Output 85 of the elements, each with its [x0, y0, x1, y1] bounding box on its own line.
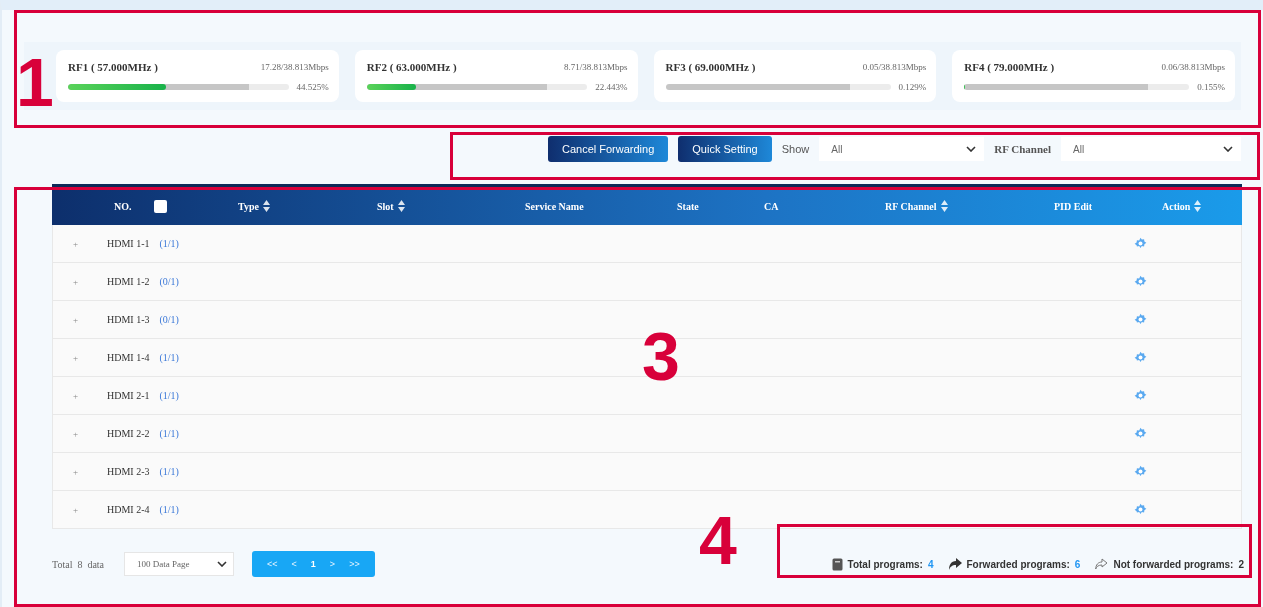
program-count: (1/1) [159, 428, 179, 439]
settings-icon[interactable] [1134, 427, 1147, 440]
sort-icon[interactable] [397, 200, 405, 212]
row-name: HDMI 1-4 [107, 352, 150, 363]
expand-toggle[interactable]: + [73, 466, 85, 477]
column-header: NO. [114, 200, 132, 212]
row-name: HDMI 1-3 [107, 314, 150, 325]
column-header: Type [238, 200, 259, 212]
settings-icon[interactable] [1134, 313, 1147, 326]
settings-icon[interactable] [1134, 465, 1147, 478]
rf-name: RF2 ( 63.000MHz ) [366, 61, 457, 73]
stat-value: 2 [1238, 558, 1244, 570]
share-arrow-icon [948, 558, 962, 570]
cancel-forwarding-button[interactable]: Cancel Forwarding [547, 136, 669, 162]
program-count: (1/1) [159, 466, 179, 477]
row-name: HDMI 1-2 [107, 276, 150, 287]
annotation-number: 3 [642, 322, 680, 390]
page-size-select[interactable]: 100 Data Page [124, 552, 235, 576]
row-name: HDMI 2-1 [107, 390, 150, 401]
row-name: HDMI 2-2 [107, 428, 150, 439]
rf-rate: 0.05/38.813Mbps [862, 62, 927, 72]
program-count: (1/1) [159, 390, 179, 401]
page-button[interactable]: < [284, 559, 304, 569]
rf-percent: 0.155% [1197, 82, 1225, 92]
total-count: Total 8 data [52, 558, 105, 570]
settings-icon[interactable] [1134, 389, 1147, 402]
rf-rate: 8.71/38.813Mbps [564, 62, 628, 72]
rf-name: RF1 ( 57.000MHz ) [68, 61, 158, 73]
rf-percent: 44.525% [296, 82, 329, 92]
rf-name: RF4 ( 79.000MHz ) [964, 61, 1055, 73]
show-label: Show [781, 143, 810, 155]
settings-icon[interactable] [1134, 237, 1147, 250]
row-name: HDMI 2-3 [107, 466, 150, 477]
program-count: (1/1) [159, 504, 179, 515]
annotation-number: 1 [16, 48, 54, 116]
row-name: HDMI 1-1 [107, 238, 150, 249]
program-count: (1/1) [159, 238, 179, 249]
program-count: (0/1) [159, 314, 179, 325]
program-count: (0/1) [159, 276, 179, 287]
page-button[interactable]: << [260, 559, 285, 569]
expand-toggle[interactable]: + [73, 390, 85, 401]
rf-rate: 17.28/38.813Mbps [260, 62, 329, 72]
chevron-down-icon [966, 146, 977, 152]
page-button[interactable]: > [322, 559, 343, 569]
settings-icon[interactable] [1134, 275, 1147, 288]
expand-toggle[interactable]: + [73, 504, 85, 515]
show-select[interactable]: All [819, 137, 985, 161]
share-arrow-outline-icon [1095, 558, 1109, 570]
expand-toggle[interactable]: + [73, 314, 85, 325]
stat-value: 6 [1074, 558, 1081, 570]
expand-toggle[interactable]: + [73, 238, 85, 249]
sort-icon[interactable] [940, 200, 948, 212]
stat-label: Not forwarded programs: [1113, 558, 1234, 570]
chevron-down-icon [1223, 146, 1233, 152]
column-header: Service Name [525, 200, 584, 212]
column-header: RF Channel [885, 200, 937, 212]
column-header: CA [764, 200, 779, 212]
document-icon [831, 557, 843, 571]
settings-icon[interactable] [1134, 503, 1147, 516]
column-header: Slot [377, 200, 394, 212]
rf-channel-label: RF Channel [994, 143, 1051, 155]
stat-label: Total programs: [847, 558, 923, 570]
expand-toggle[interactable]: + [73, 428, 85, 439]
rf-percent: 22.443% [595, 82, 628, 92]
page-button[interactable]: 1 [303, 559, 323, 569]
stat-label: Forwarded programs: [966, 558, 1070, 570]
rf-rate: 0.06/38.813Mbps [1161, 62, 1225, 72]
rf-name: RF3 ( 69.000MHz ) [665, 61, 756, 73]
chevron-down-icon [217, 561, 228, 567]
program-count: (1/1) [159, 352, 179, 363]
select-all-checkbox[interactable] [153, 199, 167, 213]
page-button[interactable]: >> [342, 559, 367, 569]
quick-setting-button[interactable]: Quick Setting [678, 136, 772, 162]
settings-icon[interactable] [1134, 351, 1147, 364]
expand-toggle[interactable]: + [73, 352, 85, 363]
column-header: Action [1162, 200, 1191, 212]
row-name: HDMI 2-4 [107, 504, 150, 515]
column-header: PID Edit [1054, 200, 1093, 212]
rf-channel-select[interactable]: All [1061, 137, 1241, 161]
annotation-number: 4 [699, 506, 737, 574]
stat-value: 4 [927, 558, 934, 570]
rf-percent: 0.129% [898, 82, 927, 92]
column-header: State [677, 200, 699, 212]
sort-icon[interactable] [262, 200, 270, 212]
expand-toggle[interactable]: + [73, 276, 85, 287]
